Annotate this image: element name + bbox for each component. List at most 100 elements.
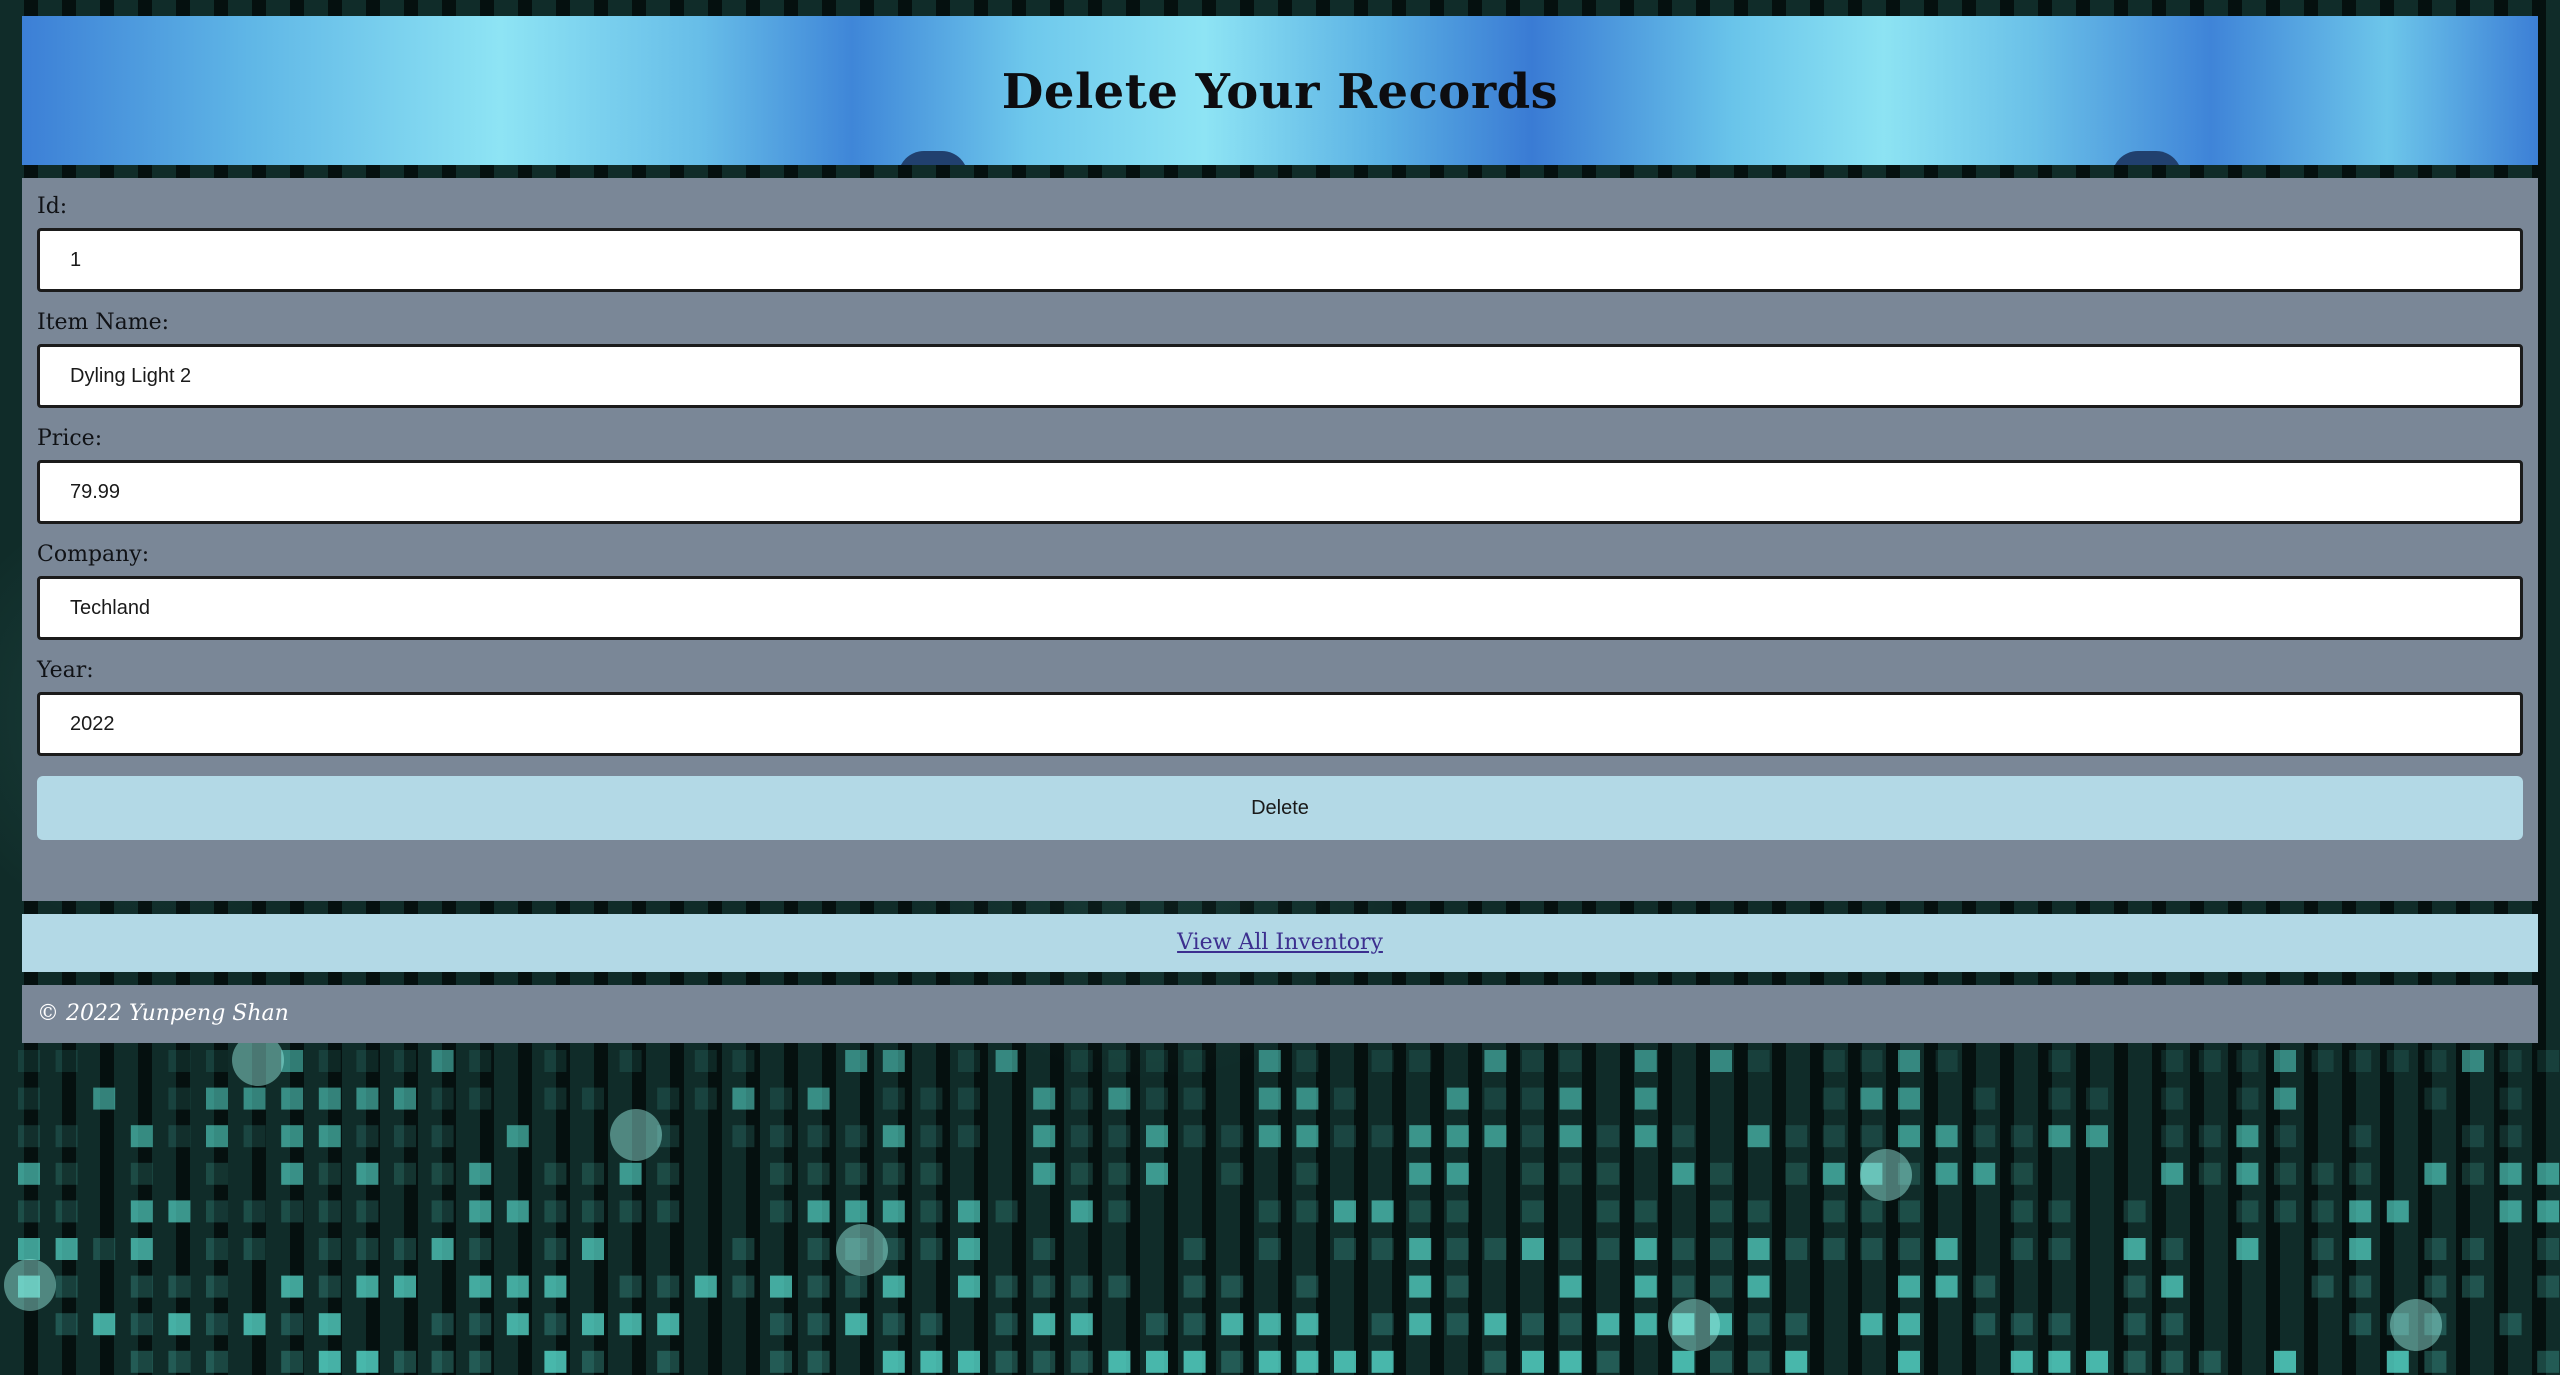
background-pixel: [770, 1313, 792, 1336]
background-pixel: [2274, 1050, 2296, 1072]
background-pixel: [1973, 1313, 1996, 1336]
background-pixel: [544, 1087, 567, 1110]
background-pixel: [2349, 1275, 2372, 1298]
background-pixel: [2311, 1162, 2334, 1185]
year-label: Year:: [37, 658, 94, 683]
background-pixel: [2123, 1275, 2146, 1298]
item-name-field[interactable]: [37, 344, 2523, 408]
background-pixel: [1710, 1050, 1732, 1072]
background-pixel: [206, 1087, 228, 1110]
background-pixel: [1334, 1125, 1356, 1148]
background-pixel: [318, 1125, 341, 1148]
background-pixel: [920, 1350, 943, 1373]
background-pixel: [1070, 1350, 1093, 1373]
background-pixel: [1860, 1125, 1883, 1148]
background-pixel: [469, 1050, 492, 1072]
background-pixel: [206, 1125, 228, 1148]
background-pixel: [206, 1275, 228, 1298]
background-pixel: [2499, 1162, 2522, 1185]
background-pixel: [1409, 1200, 1432, 1223]
id-field[interactable]: [37, 228, 2523, 292]
background-pixel: [1070, 1087, 1093, 1110]
background-pixel: [243, 1125, 266, 1148]
background-pixel: [1108, 1275, 1131, 1298]
background-pixel: [958, 1087, 980, 1110]
background-pixel: [2311, 1238, 2334, 1260]
background-pixel: [995, 1350, 1018, 1373]
background-pixel: [1146, 1350, 1168, 1373]
background-pixel: [1747, 1125, 1770, 1148]
background-pixel: [1898, 1238, 1920, 1260]
background-pixel: [2424, 1050, 2447, 1072]
background-pixel: [318, 1275, 341, 1298]
background-pixel: [2198, 1350, 2221, 1373]
background-pixel: [55, 1238, 78, 1260]
background-pixel: [2048, 1313, 2071, 1336]
background-pixel: [168, 1200, 191, 1223]
background-pixel: [958, 1050, 980, 1072]
background-pixel: [807, 1238, 830, 1260]
background-pixel: [1710, 1350, 1732, 1373]
background-pixel: [1898, 1050, 1920, 1072]
background-pixel: [18, 1275, 40, 1298]
background-pixel: [1334, 1350, 1356, 1373]
background-pixel: [1898, 1125, 1920, 1148]
company-field[interactable]: [37, 576, 2523, 640]
background-pixel: [958, 1238, 980, 1260]
background-pixel: [845, 1125, 868, 1148]
background-pixel: [394, 1275, 416, 1298]
background-pixel: [657, 1313, 680, 1336]
background-pixel: [2048, 1200, 2071, 1223]
background-pixel: [1334, 1087, 1356, 1110]
background-pixel: [1898, 1200, 1920, 1223]
background-pixel: [1371, 1313, 1394, 1336]
background-pixel: [206, 1200, 228, 1223]
background-pixel: [995, 1200, 1018, 1223]
background-pixel: [1070, 1050, 1093, 1072]
price-field[interactable]: [37, 460, 2523, 524]
background-pixel: [356, 1275, 379, 1298]
background-pixel: [2161, 1238, 2184, 1260]
background-pixel: [431, 1238, 454, 1260]
delete-button[interactable]: Delete: [37, 776, 2523, 840]
background-pixel: [544, 1275, 567, 1298]
background-pixel: [1710, 1275, 1732, 1298]
background-pixel: [1146, 1162, 1168, 1185]
background-pixel: [770, 1087, 792, 1110]
background-pixel: [2424, 1087, 2447, 1110]
background-pixel: [168, 1313, 191, 1336]
background-pixel: [356, 1162, 379, 1185]
background-pixel: [1446, 1087, 1469, 1110]
background-pixel: [356, 1050, 379, 1072]
background-pixel: [1446, 1200, 1469, 1223]
background-pixel: [1108, 1162, 1131, 1185]
background-pixel: [770, 1275, 792, 1298]
background-pixel: [394, 1238, 416, 1260]
background-pixel: [1146, 1313, 1168, 1336]
background-pixel: [2537, 1200, 2560, 1223]
background-pixel: [18, 1238, 40, 1260]
background-pixel: [2274, 1125, 2296, 1148]
background-pixel: [469, 1200, 492, 1223]
background-pixel: [1559, 1162, 1582, 1185]
background-pixel: [130, 1200, 153, 1223]
background-pixel: [1935, 1162, 1958, 1185]
background-pixel: [1033, 1350, 1056, 1373]
view-all-inventory-link[interactable]: View All Inventory: [1177, 930, 1383, 955]
background-pixel: [694, 1275, 717, 1298]
background-pixel: [1409, 1162, 1432, 1185]
background-pixel: [1221, 1313, 1244, 1336]
background-pixel: [55, 1050, 78, 1072]
background-pixel: [469, 1313, 492, 1336]
background-pixel: [2236, 1200, 2259, 1223]
background-pixel: [2274, 1350, 2296, 1373]
background-pixel: [1070, 1313, 1093, 1336]
background-pixel: [243, 1087, 266, 1110]
background-pixel: [18, 1050, 40, 1072]
background-pixel: [1710, 1200, 1732, 1223]
year-field[interactable]: [37, 692, 2523, 756]
background-pixel: [1522, 1313, 1544, 1336]
background-pixel: [995, 1275, 1018, 1298]
background-pixel: [130, 1162, 153, 1185]
background-pixel: [281, 1050, 304, 1072]
